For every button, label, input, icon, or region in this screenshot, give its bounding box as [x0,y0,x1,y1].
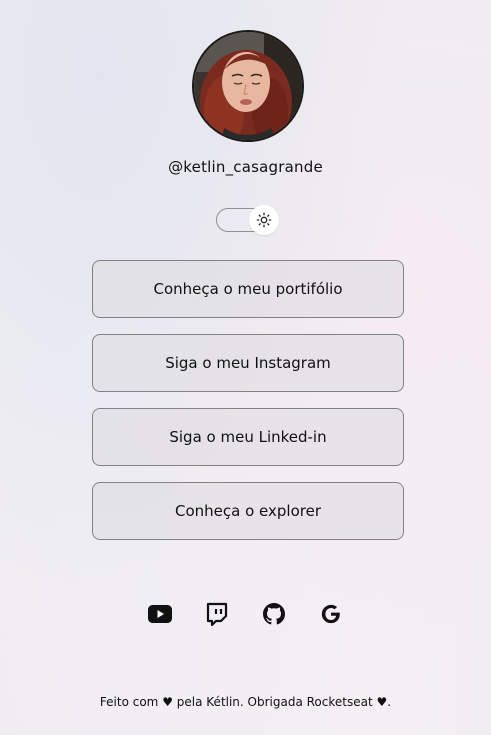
youtube-icon [148,605,172,623]
github-icon [263,603,285,625]
sun-icon [256,212,272,228]
instagram-link-button[interactable]: Siga o meu Instagram [92,334,404,392]
footer-part1: Feito com [99,695,159,709]
heart-icon: ♥ [376,695,388,709]
youtube-link[interactable] [148,602,172,626]
link-list: Conheça o meu portifólio Siga o meu Inst… [92,260,404,556]
linkedin-link-button[interactable]: Siga o meu Linked-in [92,408,404,466]
footer-end: . [387,695,392,709]
profile-username: @ketlin_casagrande [168,158,323,176]
footer-text: Feito com ♥ pela Kétlin. Obrigada Rocket… [0,695,491,709]
footer-part2: pela Kétlin. Obrigada Rocketseat [176,695,373,709]
twitch-icon [206,602,228,626]
twitch-link[interactable] [205,602,229,626]
portfolio-link-button[interactable]: Conheça o meu portifólio [92,260,404,318]
theme-switch[interactable] [216,205,279,235]
github-link[interactable] [262,602,286,626]
profile-avatar [192,30,304,142]
switch-knob[interactable] [249,205,279,235]
heart-icon: ♥ [162,695,173,709]
social-links [0,602,491,626]
google-icon [321,604,340,624]
google-link[interactable] [319,602,343,626]
explorer-link-button[interactable]: Conheça o explorer [92,482,404,540]
